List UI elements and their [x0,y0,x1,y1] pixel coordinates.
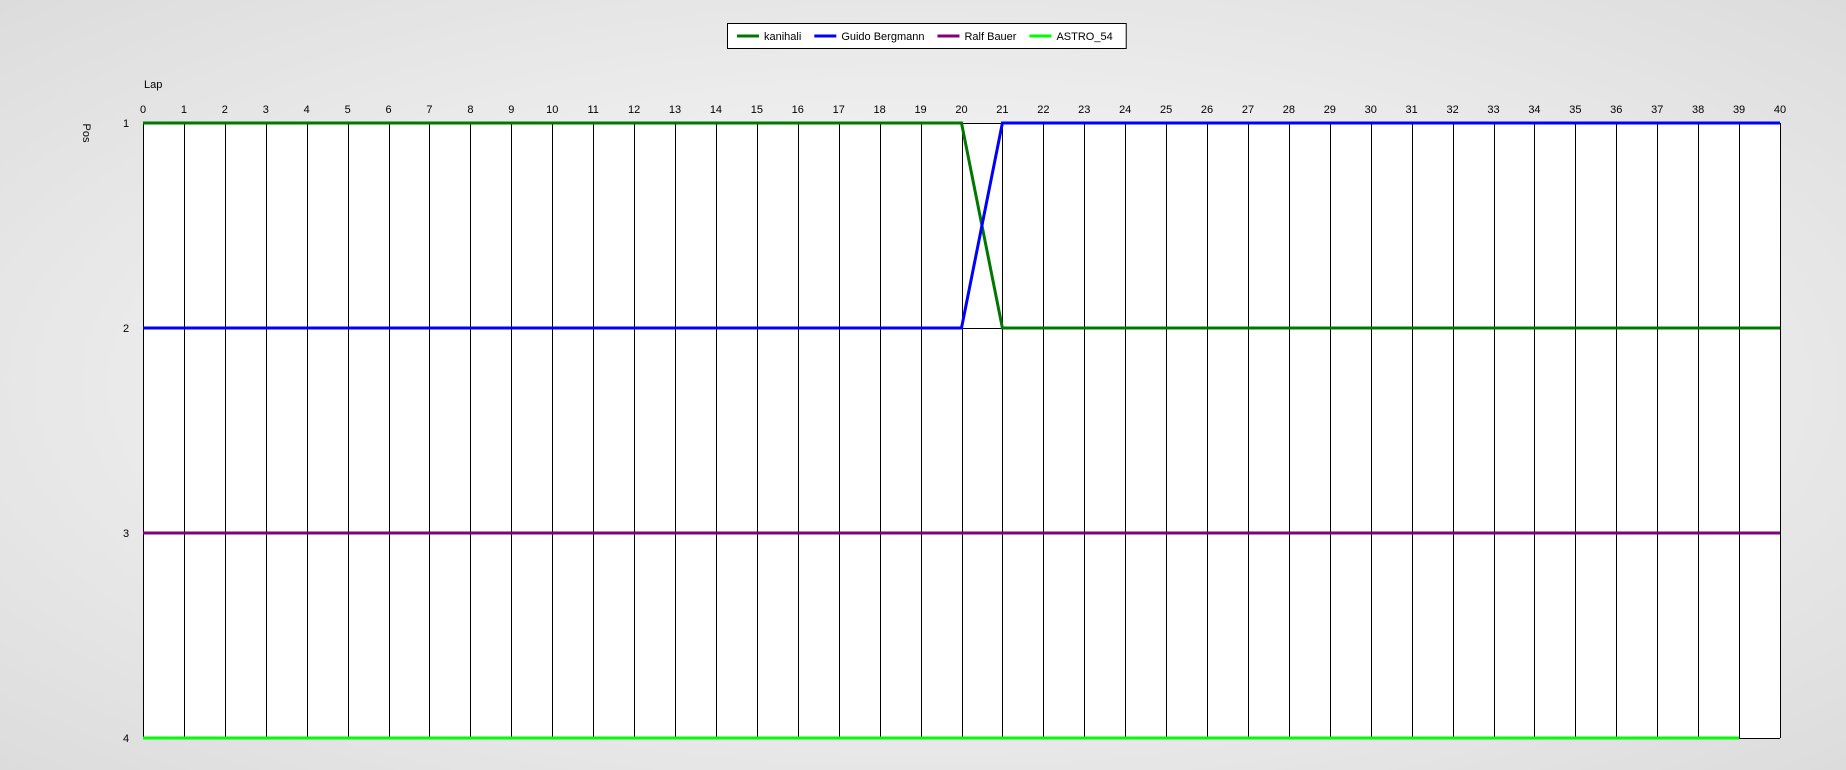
x-tick-label: 18 [874,104,886,116]
x-tick-label: 28 [1283,104,1295,116]
x-tick-label: 1 [181,104,187,116]
x-tick-label: 22 [1037,104,1049,116]
x-tick-label: 36 [1610,104,1622,116]
y-axis-title: Pos [80,124,92,143]
x-tick-label: 33 [1487,104,1499,116]
y-tick-label: 2 [123,323,129,335]
x-tick-label: 30 [1365,104,1377,116]
x-tick-label: 34 [1528,104,1540,116]
legend-entry-label: ASTRO_54 [1056,31,1112,43]
x-tick-label: 0 [140,104,146,116]
x-axis-title: Lap [144,79,162,91]
x-tick-label: 14 [710,104,722,116]
legend: kanihali Guido Bergmann Ralf Bauer ASTRO_54 [727,23,1127,49]
x-tick-label: 7 [426,104,432,116]
x-tick-label: 31 [1406,104,1418,116]
x-tick-label: 25 [1160,104,1172,116]
x-tick-labels: 0 1 2 3 4 5 6 7 8 9 10 11 12 13 14 15 16 17 18 19 20 21 22 23 24… [140,104,1786,116]
x-tick-label: 35 [1569,104,1581,116]
x-tick-label: 10 [546,104,558,116]
x-tick-label: 12 [628,104,640,116]
x-tick-label: 3 [263,104,269,116]
legend-entry-label: kanihali [764,31,801,43]
x-tick-label: 6 [385,104,391,116]
x-tick-label: 38 [1692,104,1704,116]
y-tick-labels: 1 2 3 4 [123,118,129,745]
y-tick-label: 3 [123,528,129,540]
legend-entry-label: Guido Bergmann [841,31,924,43]
x-tick-label: 21 [996,104,1008,116]
x-tick-label: 15 [751,104,763,116]
y-tick-label: 1 [123,118,129,130]
x-tick-label: 26 [1201,104,1213,116]
x-tick-label: 9 [508,104,514,116]
x-tick-label: 29 [1324,104,1336,116]
x-tick-label: 19 [914,104,926,116]
x-tick-label: 11 [587,104,598,116]
x-tick-label: 8 [467,104,473,116]
x-tick-label: 2 [222,104,228,116]
legend-entry-label: Ralf Bauer [964,31,1016,43]
x-tick-label: 40 [1774,104,1786,116]
position-chart: kanihali Guido Bergmann Ralf Bauer ASTRO_54… [80,23,1786,745]
y-tick-label: 4 [123,733,129,745]
x-tick-label: 37 [1651,104,1663,116]
x-tick-label: 4 [304,104,310,116]
x-tick-label: 24 [1119,104,1131,116]
x-tick-label: 13 [669,104,681,116]
x-tick-label: 20 [955,104,967,116]
x-tick-label: 23 [1078,104,1090,116]
x-tick-label: 16 [792,104,804,116]
x-tick-label: 17 [833,104,845,116]
x-tick-label: 39 [1733,104,1745,116]
x-tick-label: 5 [345,104,351,116]
x-tick-label: 27 [1242,104,1254,116]
x-tick-label: 32 [1446,104,1458,116]
